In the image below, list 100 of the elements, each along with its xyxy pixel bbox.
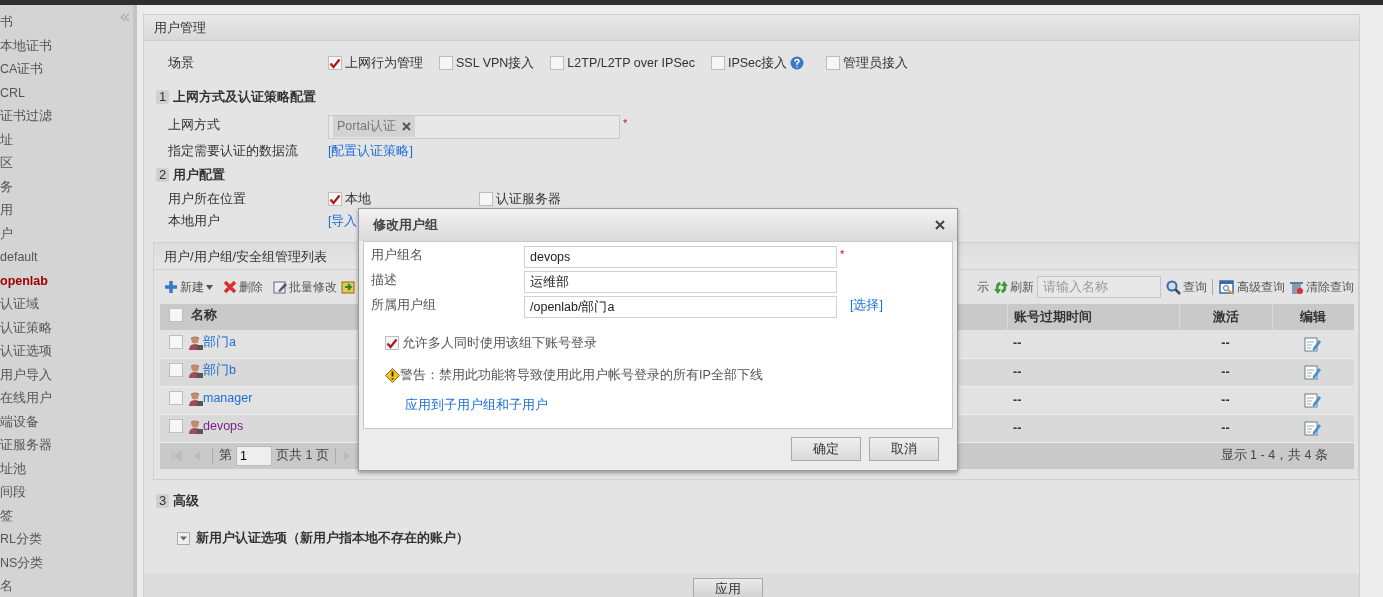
warning-text: 警告：禁用此功能将导致使用此用户帐号登录的所有IP全部下线	[400, 366, 763, 384]
sidebar-item[interactable]: 址池	[0, 457, 133, 481]
checkbox-label: 管理员接入	[843, 54, 909, 72]
checkbox[interactable]	[710, 56, 725, 70]
input-field[interactable]: /openlab/部门a	[524, 296, 837, 318]
close-icon[interactable]	[935, 220, 945, 230]
apply-to-children-link[interactable]: 应用到子用户组和子用户	[405, 396, 548, 416]
sidebar-item[interactable]: RL分类	[0, 528, 133, 552]
field-label: 指定需要认证的数据流	[168, 142, 299, 160]
sidebar-item[interactable]: 端设备	[0, 410, 133, 434]
sidebar-item[interactable]: NS分类	[0, 551, 133, 575]
checkbox[interactable]	[385, 336, 399, 351]
user-group-link[interactable]: devops	[203, 416, 244, 436]
sidebar-item[interactable]: 认证策略	[0, 316, 133, 340]
checkbox-label: IPSec接入	[727, 54, 788, 72]
sidebar-item[interactable]: 务	[0, 175, 133, 199]
warning-icon	[385, 367, 400, 383]
checkbox[interactable]	[328, 192, 342, 207]
user-group-link[interactable]: 部门a	[203, 332, 236, 352]
checkbox-label: 认证服务器	[496, 190, 561, 208]
user-group-link[interactable]: manager	[203, 388, 253, 408]
advanced-search-button[interactable]: 高级查询	[1219, 278, 1285, 296]
sidebar-item[interactable]: 在线用户	[0, 387, 133, 411]
toolbar-label: 删除	[239, 279, 263, 296]
remove-icon[interactable]	[401, 122, 411, 132]
input-field[interactable]: devops	[524, 246, 837, 268]
checkbox[interactable]	[169, 308, 183, 323]
column-header: 编辑	[1300, 309, 1327, 324]
checkbox[interactable]	[550, 56, 565, 70]
field-label: 用户所在位置	[168, 190, 247, 208]
tag-field[interactable]: Portal认证	[328, 114, 620, 139]
sidebar-item[interactable]: 签	[0, 504, 133, 528]
sidebar-item[interactable]: 证书过滤	[0, 105, 133, 129]
sidebar-item[interactable]: CA证书	[0, 58, 133, 82]
sidebar-item[interactable]: 证服务器	[0, 434, 133, 458]
edit-icon[interactable]	[1304, 336, 1322, 353]
sidebar-item[interactable]: 名	[0, 575, 133, 597]
edit-icon[interactable]	[1304, 420, 1322, 437]
field-label: 场景	[168, 54, 195, 72]
toolbar-button[interactable]: 删除	[223, 278, 263, 296]
select-link[interactable]: [选择]	[850, 296, 883, 315]
search-field[interactable]: 请输入名称	[1037, 276, 1161, 298]
section-title: 高级	[173, 492, 200, 510]
checkbox[interactable]	[479, 192, 493, 207]
sidebar-item[interactable]: openlab	[0, 269, 133, 293]
checkbox-label: 允许多人同时使用该组下账号登录	[402, 335, 597, 352]
toolbar-button[interactable]: 新建	[164, 278, 213, 296]
page-field[interactable]: 1	[236, 445, 272, 466]
confirm-button[interactable]: 确定	[791, 437, 861, 461]
toolbar-button[interactable]: 批量修改	[273, 278, 337, 296]
user-group-icon	[188, 334, 203, 350]
collapse-icon[interactable]	[120, 13, 130, 22]
delete-icon	[223, 280, 237, 294]
checkbox[interactable]	[169, 335, 183, 350]
checkbox[interactable]	[169, 363, 183, 378]
sidebar-item[interactable]: 址	[0, 128, 133, 152]
table-cell: --	[1221, 392, 1230, 407]
step-number: 1	[156, 90, 170, 105]
sidebar-item[interactable]: 户	[0, 222, 133, 246]
sidebar-item[interactable]: 认证选项	[0, 340, 133, 364]
table-cell: --	[1221, 364, 1230, 379]
sidebar-item[interactable]: 区	[0, 152, 133, 176]
edit-icon[interactable]	[1304, 392, 1322, 409]
search-button[interactable]: 查询	[1166, 278, 1207, 296]
tag-label: Portal认证	[337, 118, 396, 136]
apply-button[interactable]: 应用	[692, 578, 763, 597]
refresh-button[interactable]: 刷新	[994, 278, 1034, 296]
sidebar-item[interactable]: default	[0, 246, 133, 270]
checkbox[interactable]	[439, 56, 453, 70]
sidebar-item[interactable]: 间段	[0, 481, 133, 505]
toolbar-label: 高级查询	[1237, 279, 1285, 296]
user-group-icon	[188, 390, 203, 406]
import-link[interactable]: [导入	[328, 212, 358, 231]
checkbox[interactable]	[328, 56, 342, 70]
policy-link[interactable]: [配置认证策略]	[328, 141, 413, 161]
edit-icon[interactable]	[1304, 364, 1322, 381]
sidebar-item[interactable]: 用	[0, 199, 133, 223]
add-icon	[164, 280, 178, 294]
sidebar-item[interactable]: 认证域	[0, 293, 133, 317]
user-group-link[interactable]: 部门b	[203, 360, 236, 380]
import-icon[interactable]	[341, 280, 355, 294]
expand-icon[interactable]	[177, 532, 190, 546]
sidebar-item[interactable]: CRL	[0, 81, 133, 105]
checkbox-label: L2TP/L2TP over IPSec	[567, 54, 695, 72]
checkbox[interactable]	[169, 391, 183, 406]
column-header: 名称	[191, 306, 217, 324]
sidebar-item[interactable]: 本地证书	[0, 34, 133, 58]
sidebar-item[interactable]: 用户导入	[0, 363, 133, 387]
toolbar-label: 刷新	[1010, 279, 1034, 296]
sidebar-item[interactable]: 书	[0, 11, 133, 35]
pager-label: 页共 1 页	[276, 447, 329, 465]
cancel-button[interactable]: 取消	[869, 437, 939, 461]
clear-search-button[interactable]: 清除查询	[1289, 278, 1354, 296]
input-field[interactable]: 运维部	[524, 271, 837, 293]
toolbar-label: 查询	[1183, 279, 1207, 296]
checkbox[interactable]	[826, 56, 841, 70]
table-cell: --	[1221, 336, 1230, 351]
checkbox[interactable]	[169, 419, 183, 434]
section-title: 用户配置	[173, 166, 226, 184]
option-title: 新用户认证选项（新用户指本地不存在的账户）	[196, 530, 469, 548]
